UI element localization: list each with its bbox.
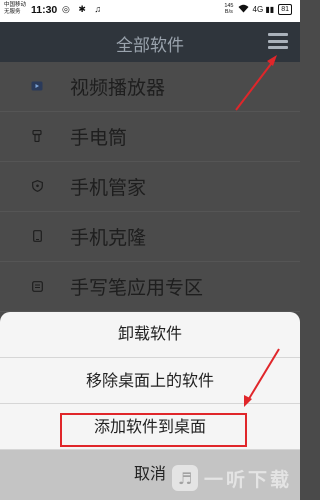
carrier-name: 中国移动 xyxy=(4,2,27,8)
list-item[interactable]: 手机管家 xyxy=(0,162,300,212)
phone-clone-icon xyxy=(30,229,44,243)
shield-icon xyxy=(30,179,44,193)
list-item[interactable]: 手写笔应用专区 xyxy=(0,262,300,312)
remove-from-desktop-button[interactable]: 移除桌面上的软件 xyxy=(0,358,300,404)
notification-icons: ◎ ✱ ♫ xyxy=(62,4,105,14)
app-list: 视频播放器 手电筒 手机管家 手机克隆 手写笔应用专区 xyxy=(0,62,300,312)
page-title: 全部软件 xyxy=(116,36,184,56)
network-speed-unit: B/s xyxy=(224,9,233,15)
highlight-box xyxy=(60,413,247,447)
list-item[interactable]: 手电筒 xyxy=(0,112,300,162)
list-item-label: 手机克隆 xyxy=(70,227,147,249)
list-item-label: 手写笔应用专区 xyxy=(70,277,204,299)
wifi-icon xyxy=(238,4,249,15)
watermark-logo-icon: ♬ xyxy=(172,465,198,491)
watermark-text: 一听下载 xyxy=(204,468,293,491)
flashlight-icon xyxy=(30,129,44,143)
stylus-icon xyxy=(30,279,44,293)
status-bar: 中国移动 无服务 11:30 ◎ ✱ ♫ 145 B/s 4G ▮▮ 81 xyxy=(0,0,300,22)
list-item[interactable]: 视频播放器 xyxy=(0,62,300,112)
watermark: ♬ 一听下载 xyxy=(172,458,294,498)
system-indicators: 145 B/s 4G ▮▮ 81 xyxy=(224,3,292,15)
carrier-status: 无服务 xyxy=(4,9,21,15)
uninstall-button[interactable]: 卸载软件 xyxy=(0,312,300,358)
hamburger-menu-icon[interactable] xyxy=(268,33,288,49)
list-item-label: 手机管家 xyxy=(70,177,147,199)
list-item-label: 手电筒 xyxy=(70,127,128,149)
video-player-icon xyxy=(30,79,44,93)
battery-icon: 81 xyxy=(278,3,292,15)
carrier-info: 中国移动 无服务 xyxy=(4,2,28,16)
network-speed: 145 B/s xyxy=(224,3,233,15)
title-bar: 全部软件 xyxy=(0,22,300,62)
status-clock: 11:30 xyxy=(31,4,58,16)
list-item-label: 视频播放器 xyxy=(70,77,166,99)
signal-indicator: 4G ▮▮ xyxy=(252,4,275,14)
list-item[interactable]: 手机克隆 xyxy=(0,212,300,262)
